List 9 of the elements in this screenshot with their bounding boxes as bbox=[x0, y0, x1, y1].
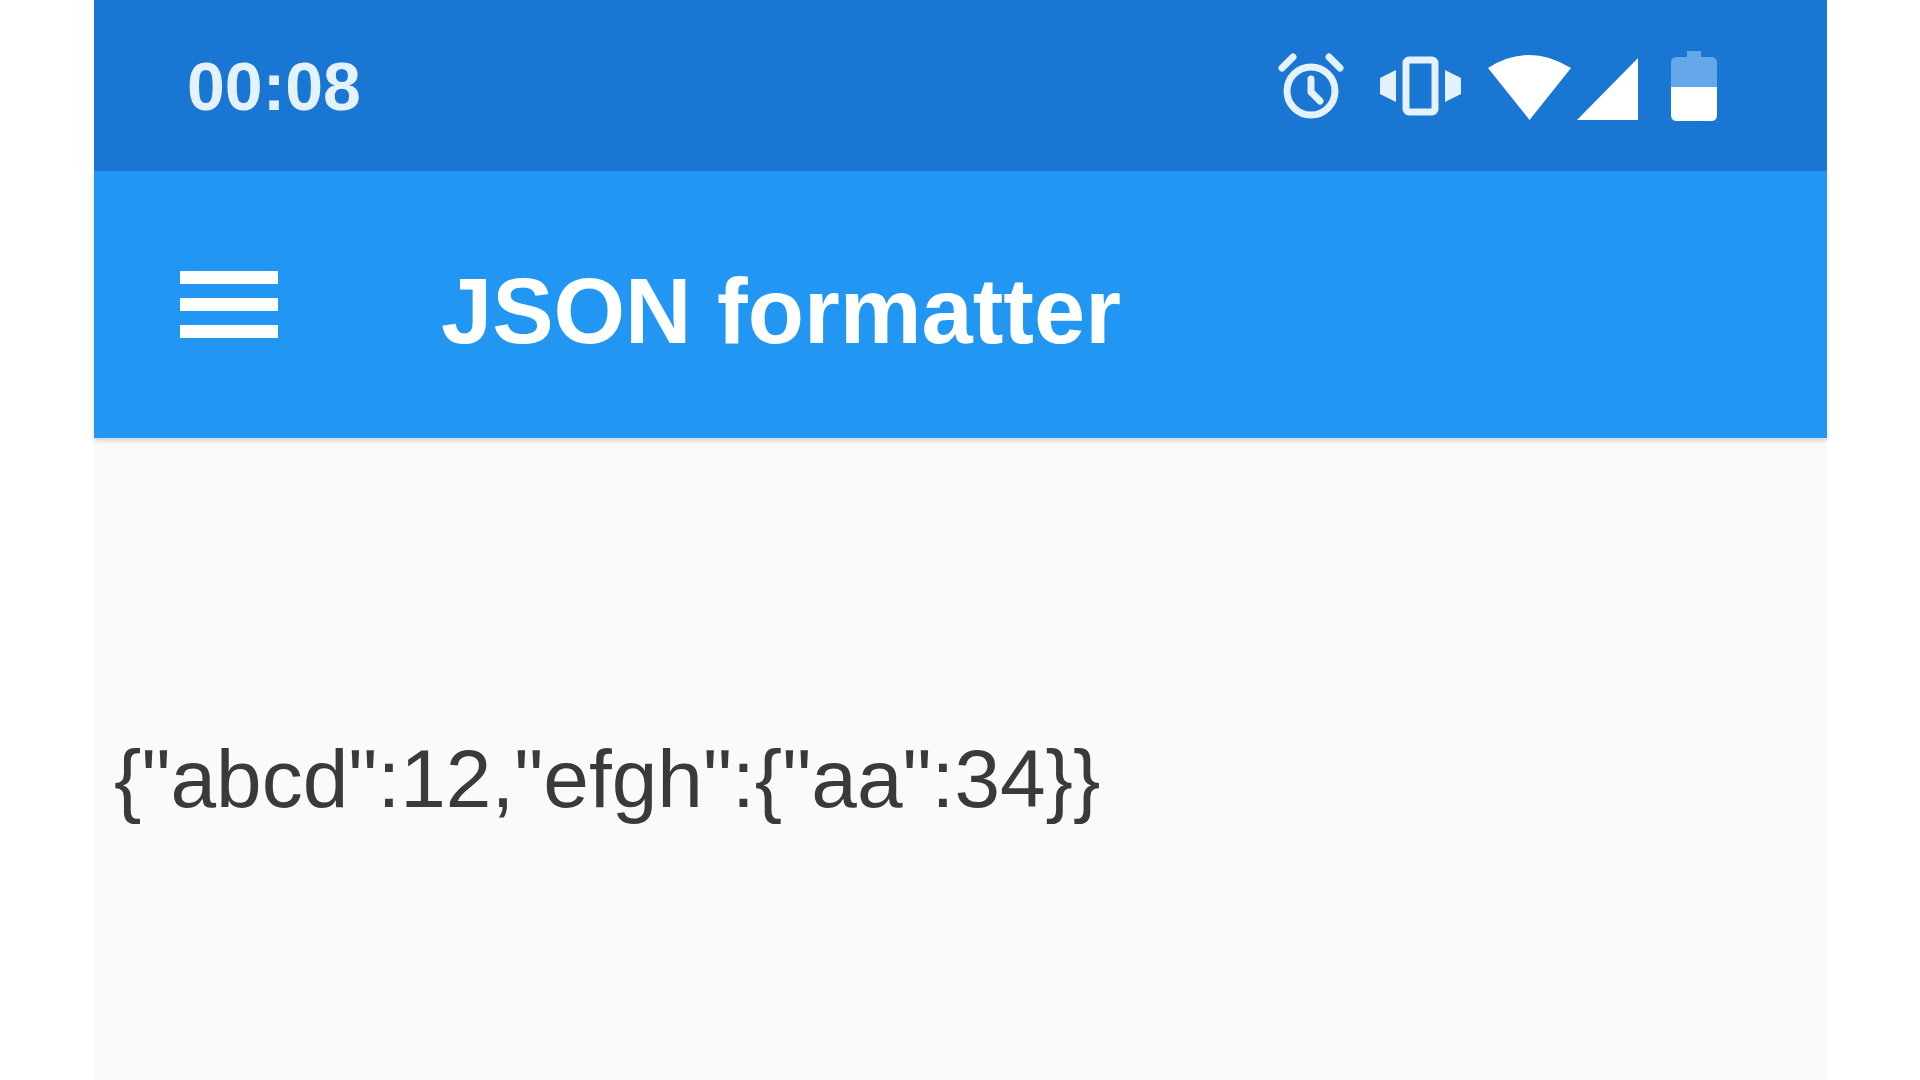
alarm-clock-icon bbox=[1277, 50, 1345, 121]
json-text: {"abcd":12,"efgh":{"aa":34}} bbox=[114, 733, 1101, 824]
clock-time: 00:08 bbox=[187, 51, 361, 120]
signal-icon bbox=[1577, 57, 1638, 120]
battery-icon bbox=[1671, 50, 1717, 121]
menu-button[interactable] bbox=[180, 271, 278, 338]
vibrate-icon bbox=[1378, 55, 1463, 116]
menu-icon bbox=[180, 271, 278, 338]
app-title: JSON formatter bbox=[441, 258, 1121, 364]
